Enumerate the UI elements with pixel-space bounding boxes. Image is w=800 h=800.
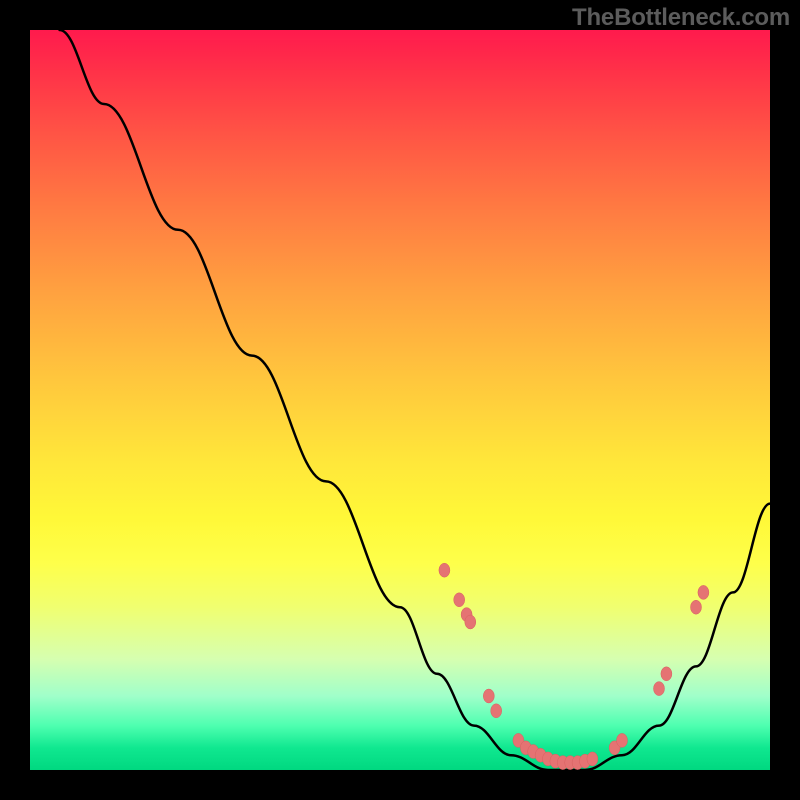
data-point	[454, 593, 465, 607]
data-point	[698, 585, 709, 599]
data-point	[654, 682, 665, 696]
data-point	[439, 563, 450, 577]
chart-frame: TheBottleneck.com	[0, 0, 800, 800]
data-point	[661, 667, 672, 681]
data-point	[691, 600, 702, 614]
data-point	[465, 615, 476, 629]
data-points-group	[439, 563, 709, 769]
chart-svg	[30, 30, 770, 770]
watermark-text: TheBottleneck.com	[572, 4, 790, 32]
data-point	[491, 704, 502, 718]
data-point	[617, 733, 628, 747]
bottleneck-curve	[60, 30, 770, 770]
data-point	[587, 752, 598, 766]
data-point	[483, 689, 494, 703]
